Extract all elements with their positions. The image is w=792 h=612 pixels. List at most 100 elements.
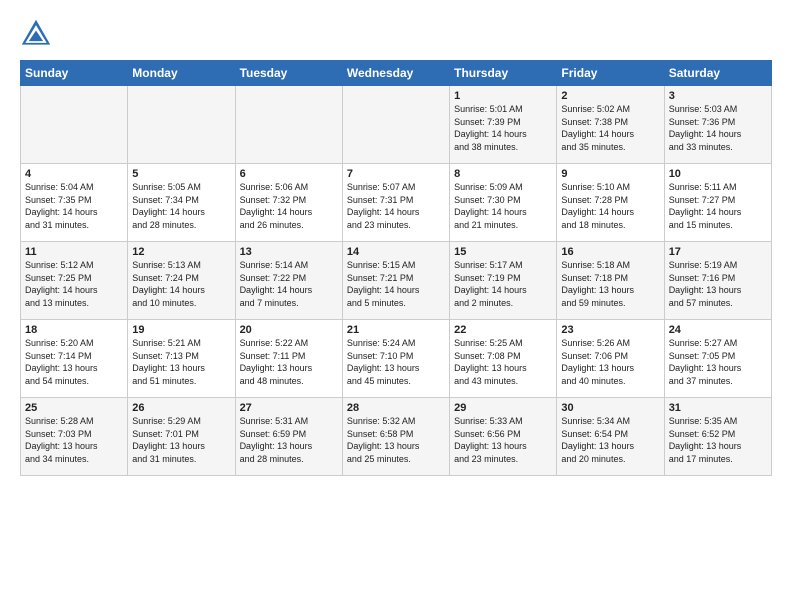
calendar-cell: 27Sunrise: 5:31 AM Sunset: 6:59 PM Dayli… — [235, 398, 342, 476]
calendar-cell: 15Sunrise: 5:17 AM Sunset: 7:19 PM Dayli… — [450, 242, 557, 320]
header-day-tuesday: Tuesday — [235, 61, 342, 86]
calendar-cell: 17Sunrise: 5:19 AM Sunset: 7:16 PM Dayli… — [664, 242, 771, 320]
day-number: 9 — [561, 168, 659, 180]
day-content: Sunrise: 5:35 AM Sunset: 6:52 PM Dayligh… — [669, 415, 767, 465]
calendar-cell: 10Sunrise: 5:11 AM Sunset: 7:27 PM Dayli… — [664, 164, 771, 242]
day-content: Sunrise: 5:14 AM Sunset: 7:22 PM Dayligh… — [240, 259, 338, 309]
day-content: Sunrise: 5:15 AM Sunset: 7:21 PM Dayligh… — [347, 259, 445, 309]
calendar-cell: 25Sunrise: 5:28 AM Sunset: 7:03 PM Dayli… — [21, 398, 128, 476]
calendar-cell: 16Sunrise: 5:18 AM Sunset: 7:18 PM Dayli… — [557, 242, 664, 320]
day-number: 15 — [454, 246, 552, 258]
calendar-cell: 14Sunrise: 5:15 AM Sunset: 7:21 PM Dayli… — [342, 242, 449, 320]
calendar-cell: 8Sunrise: 5:09 AM Sunset: 7:30 PM Daylig… — [450, 164, 557, 242]
day-number: 17 — [669, 246, 767, 258]
page-container: SundayMondayTuesdayWednesdayThursdayFrid… — [0, 0, 792, 488]
day-content: Sunrise: 5:17 AM Sunset: 7:19 PM Dayligh… — [454, 259, 552, 309]
calendar-cell: 21Sunrise: 5:24 AM Sunset: 7:10 PM Dayli… — [342, 320, 449, 398]
day-number: 2 — [561, 90, 659, 102]
day-content: Sunrise: 5:01 AM Sunset: 7:39 PM Dayligh… — [454, 103, 552, 153]
header-day-monday: Monday — [128, 61, 235, 86]
day-number: 27 — [240, 402, 338, 414]
day-number: 19 — [132, 324, 230, 336]
day-content: Sunrise: 5:19 AM Sunset: 7:16 PM Dayligh… — [669, 259, 767, 309]
calendar-cell: 23Sunrise: 5:26 AM Sunset: 7:06 PM Dayli… — [557, 320, 664, 398]
calendar-cell: 5Sunrise: 5:05 AM Sunset: 7:34 PM Daylig… — [128, 164, 235, 242]
day-number: 22 — [454, 324, 552, 336]
day-content: Sunrise: 5:28 AM Sunset: 7:03 PM Dayligh… — [25, 415, 123, 465]
calendar-cell — [128, 86, 235, 164]
day-number: 25 — [25, 402, 123, 414]
day-content: Sunrise: 5:21 AM Sunset: 7:13 PM Dayligh… — [132, 337, 230, 387]
day-content: Sunrise: 5:04 AM Sunset: 7:35 PM Dayligh… — [25, 181, 123, 231]
day-number: 12 — [132, 246, 230, 258]
day-number: 24 — [669, 324, 767, 336]
calendar-cell — [21, 86, 128, 164]
day-content: Sunrise: 5:29 AM Sunset: 7:01 PM Dayligh… — [132, 415, 230, 465]
calendar-header-row: SundayMondayTuesdayWednesdayThursdayFrid… — [21, 61, 772, 86]
calendar-cell: 2Sunrise: 5:02 AM Sunset: 7:38 PM Daylig… — [557, 86, 664, 164]
day-content: Sunrise: 5:13 AM Sunset: 7:24 PM Dayligh… — [132, 259, 230, 309]
calendar-week-1: 1Sunrise: 5:01 AM Sunset: 7:39 PM Daylig… — [21, 86, 772, 164]
day-number: 21 — [347, 324, 445, 336]
day-content: Sunrise: 5:27 AM Sunset: 7:05 PM Dayligh… — [669, 337, 767, 387]
day-content: Sunrise: 5:03 AM Sunset: 7:36 PM Dayligh… — [669, 103, 767, 153]
calendar-cell: 26Sunrise: 5:29 AM Sunset: 7:01 PM Dayli… — [128, 398, 235, 476]
calendar-week-5: 25Sunrise: 5:28 AM Sunset: 7:03 PM Dayli… — [21, 398, 772, 476]
day-number: 8 — [454, 168, 552, 180]
header-day-wednesday: Wednesday — [342, 61, 449, 86]
day-number: 10 — [669, 168, 767, 180]
calendar-cell: 31Sunrise: 5:35 AM Sunset: 6:52 PM Dayli… — [664, 398, 771, 476]
header-day-thursday: Thursday — [450, 61, 557, 86]
day-content: Sunrise: 5:12 AM Sunset: 7:25 PM Dayligh… — [25, 259, 123, 309]
calendar-cell: 13Sunrise: 5:14 AM Sunset: 7:22 PM Dayli… — [235, 242, 342, 320]
day-content: Sunrise: 5:18 AM Sunset: 7:18 PM Dayligh… — [561, 259, 659, 309]
day-number: 6 — [240, 168, 338, 180]
day-number: 1 — [454, 90, 552, 102]
day-number: 5 — [132, 168, 230, 180]
day-content: Sunrise: 5:07 AM Sunset: 7:31 PM Dayligh… — [347, 181, 445, 231]
day-content: Sunrise: 5:06 AM Sunset: 7:32 PM Dayligh… — [240, 181, 338, 231]
header-row — [20, 18, 772, 50]
day-number: 11 — [25, 246, 123, 258]
day-number: 28 — [347, 402, 445, 414]
day-number: 3 — [669, 90, 767, 102]
calendar-cell: 24Sunrise: 5:27 AM Sunset: 7:05 PM Dayli… — [664, 320, 771, 398]
calendar-cell: 6Sunrise: 5:06 AM Sunset: 7:32 PM Daylig… — [235, 164, 342, 242]
day-content: Sunrise: 5:05 AM Sunset: 7:34 PM Dayligh… — [132, 181, 230, 231]
day-content: Sunrise: 5:32 AM Sunset: 6:58 PM Dayligh… — [347, 415, 445, 465]
day-number: 16 — [561, 246, 659, 258]
day-number: 26 — [132, 402, 230, 414]
calendar-cell: 22Sunrise: 5:25 AM Sunset: 7:08 PM Dayli… — [450, 320, 557, 398]
logo-icon — [20, 18, 52, 50]
day-number: 29 — [454, 402, 552, 414]
day-number: 4 — [25, 168, 123, 180]
calendar-cell: 9Sunrise: 5:10 AM Sunset: 7:28 PM Daylig… — [557, 164, 664, 242]
calendar-cell: 11Sunrise: 5:12 AM Sunset: 7:25 PM Dayli… — [21, 242, 128, 320]
calendar-cell: 19Sunrise: 5:21 AM Sunset: 7:13 PM Dayli… — [128, 320, 235, 398]
day-number: 31 — [669, 402, 767, 414]
header-day-friday: Friday — [557, 61, 664, 86]
day-number: 23 — [561, 324, 659, 336]
day-number: 13 — [240, 246, 338, 258]
calendar-cell: 7Sunrise: 5:07 AM Sunset: 7:31 PM Daylig… — [342, 164, 449, 242]
calendar-cell: 18Sunrise: 5:20 AM Sunset: 7:14 PM Dayli… — [21, 320, 128, 398]
day-content: Sunrise: 5:25 AM Sunset: 7:08 PM Dayligh… — [454, 337, 552, 387]
calendar-week-3: 11Sunrise: 5:12 AM Sunset: 7:25 PM Dayli… — [21, 242, 772, 320]
day-content: Sunrise: 5:20 AM Sunset: 7:14 PM Dayligh… — [25, 337, 123, 387]
day-content: Sunrise: 5:33 AM Sunset: 6:56 PM Dayligh… — [454, 415, 552, 465]
day-content: Sunrise: 5:26 AM Sunset: 7:06 PM Dayligh… — [561, 337, 659, 387]
calendar-cell: 3Sunrise: 5:03 AM Sunset: 7:36 PM Daylig… — [664, 86, 771, 164]
calendar-cell: 12Sunrise: 5:13 AM Sunset: 7:24 PM Dayli… — [128, 242, 235, 320]
calendar-cell: 28Sunrise: 5:32 AM Sunset: 6:58 PM Dayli… — [342, 398, 449, 476]
header-day-saturday: Saturday — [664, 61, 771, 86]
day-content: Sunrise: 5:09 AM Sunset: 7:30 PM Dayligh… — [454, 181, 552, 231]
calendar-cell: 30Sunrise: 5:34 AM Sunset: 6:54 PM Dayli… — [557, 398, 664, 476]
day-content: Sunrise: 5:22 AM Sunset: 7:11 PM Dayligh… — [240, 337, 338, 387]
day-content: Sunrise: 5:24 AM Sunset: 7:10 PM Dayligh… — [347, 337, 445, 387]
day-content: Sunrise: 5:11 AM Sunset: 7:27 PM Dayligh… — [669, 181, 767, 231]
day-number: 7 — [347, 168, 445, 180]
calendar-cell — [235, 86, 342, 164]
calendar-cell: 1Sunrise: 5:01 AM Sunset: 7:39 PM Daylig… — [450, 86, 557, 164]
calendar-cell: 29Sunrise: 5:33 AM Sunset: 6:56 PM Dayli… — [450, 398, 557, 476]
logo — [20, 18, 56, 50]
